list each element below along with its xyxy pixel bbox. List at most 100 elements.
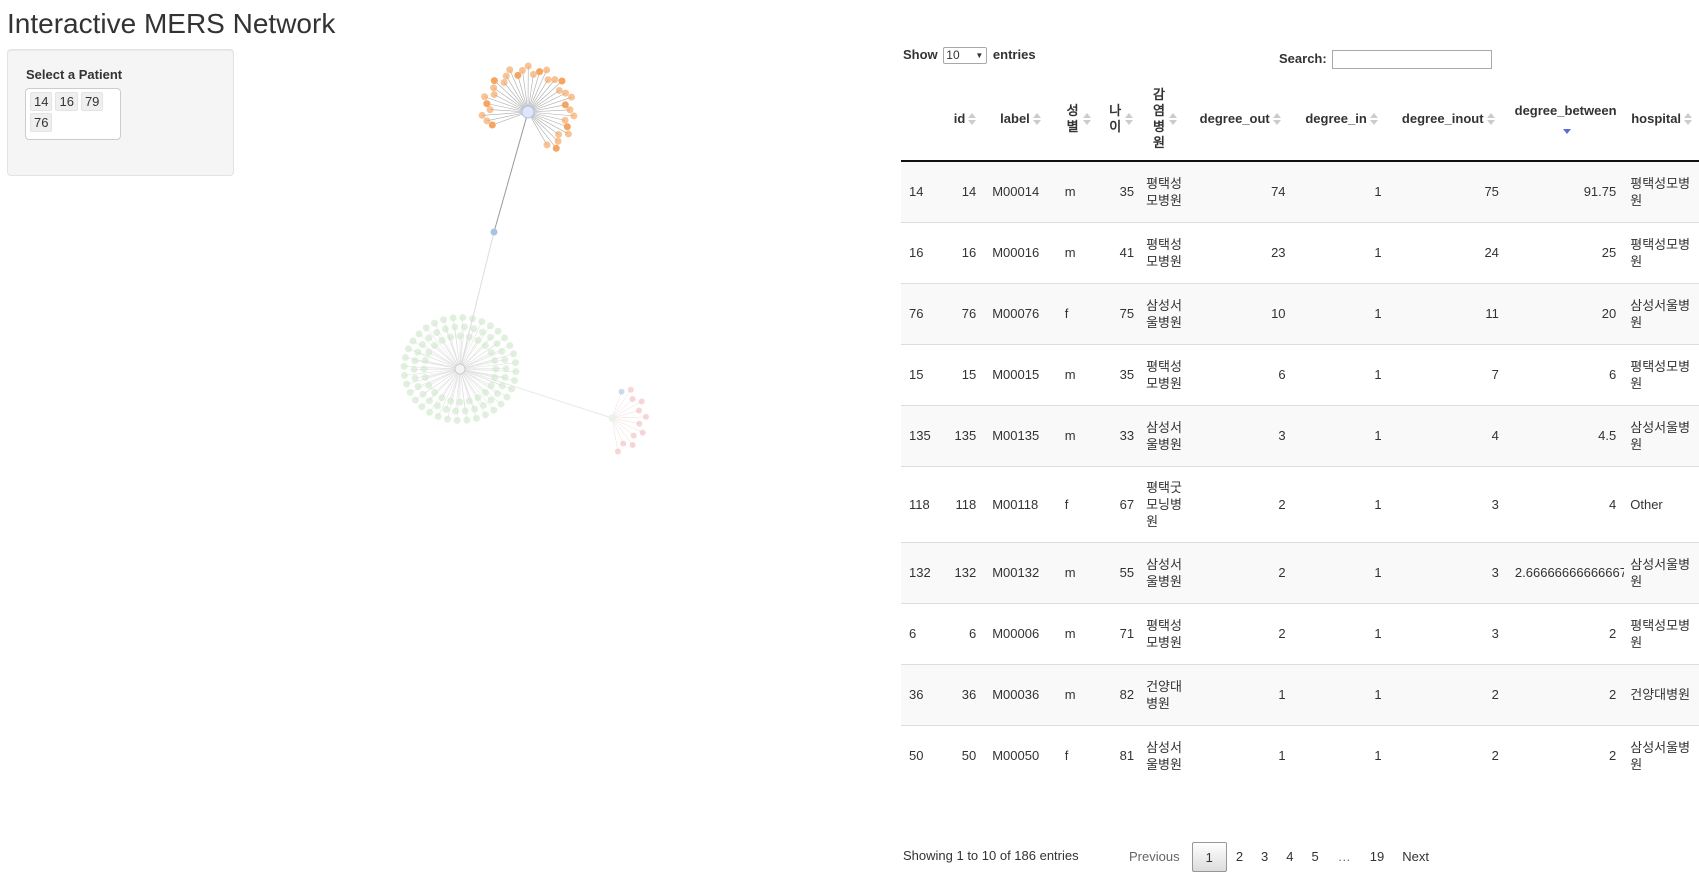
network-node[interactable] [481, 388, 489, 396]
network-node[interactable] [620, 440, 627, 447]
column-header[interactable]: 감염병원 [1142, 77, 1187, 162]
table-row[interactable]: 132 132 M00132 m 55 삼성서울병원 2 1 3 2.66666666666667… [901, 541, 1699, 603]
network-node[interactable] [471, 405, 479, 413]
network-node[interactable] [425, 334, 433, 342]
column-header[interactable]: id [945, 77, 985, 162]
network-node[interactable] [418, 403, 426, 411]
page-button[interactable]: 5 [1303, 842, 1328, 872]
table-row[interactable]: 14 14 M00014 m 35 평택성모병원 74 1 75 91.75 평택성모병원 [901, 160, 1699, 222]
network-node[interactable] [491, 356, 499, 364]
network-node[interactable] [498, 347, 506, 355]
network-node[interactable] [479, 401, 487, 409]
network-node[interactable] [490, 84, 498, 92]
network-node[interactable] [425, 382, 433, 390]
network-node[interactable] [503, 393, 511, 401]
network-node[interactable] [438, 336, 446, 344]
network-node[interactable] [406, 388, 414, 396]
network-node[interactable] [558, 77, 566, 85]
network-node[interactable] [630, 432, 637, 439]
network-canvas[interactable] [400, 40, 740, 520]
page-button[interactable]: 4 [1277, 842, 1302, 872]
network-node[interactable] [411, 357, 419, 365]
network-hub-node[interactable] [608, 414, 616, 422]
network-node[interactable] [501, 373, 509, 381]
network-node[interactable] [415, 330, 423, 338]
network-node[interactable] [483, 117, 491, 125]
network-node[interactable] [486, 106, 494, 114]
network-node[interactable] [470, 325, 478, 333]
network-node[interactable] [409, 337, 417, 345]
network-node[interactable] [440, 316, 448, 324]
network-node[interactable] [502, 72, 510, 80]
network-node[interactable] [404, 345, 412, 353]
network-node[interactable] [512, 368, 520, 376]
network-node[interactable] [483, 100, 491, 108]
patient-multiselect[interactable]: 14 16 79 76 [25, 88, 121, 140]
network-node[interactable] [456, 398, 464, 406]
network-node[interactable] [420, 365, 428, 373]
selected-patient-chip[interactable]: 79 [80, 92, 104, 111]
network-node[interactable] [510, 350, 518, 358]
column-header[interactable]: hospital [1624, 77, 1699, 162]
network-graph[interactable] [400, 40, 740, 520]
column-header[interactable]: label [984, 77, 1057, 162]
network-node[interactable] [465, 333, 473, 341]
network-node[interactable] [524, 62, 532, 70]
network-node[interactable] [501, 334, 509, 342]
network-node[interactable] [501, 356, 509, 364]
network-node[interactable] [401, 353, 409, 361]
network-node[interactable] [487, 382, 495, 390]
column-header[interactable]: degree_inout [1389, 77, 1507, 162]
table-row[interactable]: 76 76 M00076 f 75 삼성서울병원 10 1 11 20 삼성서울병원 [901, 282, 1699, 344]
network-node[interactable] [461, 407, 469, 415]
network-node[interactable] [463, 416, 471, 424]
column-header[interactable]: 성별 [1056, 77, 1100, 162]
page-button[interactable]: 2 [1227, 842, 1252, 872]
network-node[interactable] [453, 416, 461, 424]
network-node[interactable] [447, 333, 455, 341]
network-node[interactable] [614, 448, 621, 455]
network-node[interactable] [402, 380, 410, 388]
network-node[interactable] [469, 315, 477, 323]
page-button[interactable]: 19 [1361, 842, 1393, 872]
network-node[interactable] [494, 327, 502, 335]
network-hub-node[interactable] [454, 363, 466, 375]
network-node[interactable] [481, 411, 489, 419]
network-node[interactable] [490, 77, 498, 85]
network-node[interactable] [518, 66, 526, 74]
network-hub-node[interactable] [521, 105, 535, 119]
network-node[interactable] [487, 396, 495, 404]
network-node[interactable] [490, 91, 498, 99]
network-node[interactable] [434, 412, 442, 420]
page-button[interactable]: 1 [1191, 842, 1227, 872]
network-node[interactable] [529, 70, 537, 78]
network-node[interactable] [629, 442, 636, 449]
network-node[interactable] [498, 382, 506, 390]
network-node[interactable] [419, 340, 427, 348]
network-node[interactable] [511, 377, 519, 385]
network-node[interactable] [421, 374, 429, 382]
network-node[interactable] [486, 333, 494, 341]
network-node[interactable] [508, 385, 516, 393]
network-node[interactable] [568, 93, 576, 101]
network-node[interactable] [414, 348, 422, 356]
network-node[interactable] [421, 356, 429, 364]
network-node[interactable] [442, 405, 450, 413]
network-node[interactable] [629, 396, 636, 403]
network-node[interactable] [638, 398, 645, 405]
network-node[interactable] [425, 348, 433, 356]
network-node[interactable] [555, 131, 563, 139]
network-node[interactable] [490, 228, 498, 236]
network-node[interactable] [544, 76, 552, 84]
network-node[interactable] [449, 314, 457, 322]
table-row[interactable]: 50 50 M00050 f 81 삼성서울병원 1 1 2 2 삼성서울병원 [901, 724, 1699, 786]
network-node[interactable] [490, 406, 498, 414]
network-node[interactable] [472, 414, 480, 422]
next-page-button[interactable]: Next [1393, 842, 1438, 872]
network-node[interactable] [543, 66, 551, 74]
network-node[interactable] [506, 66, 514, 74]
network-node[interactable] [493, 340, 501, 348]
network-node[interactable] [500, 79, 508, 87]
network-node[interactable] [570, 112, 578, 120]
network-node[interactable] [478, 111, 486, 119]
